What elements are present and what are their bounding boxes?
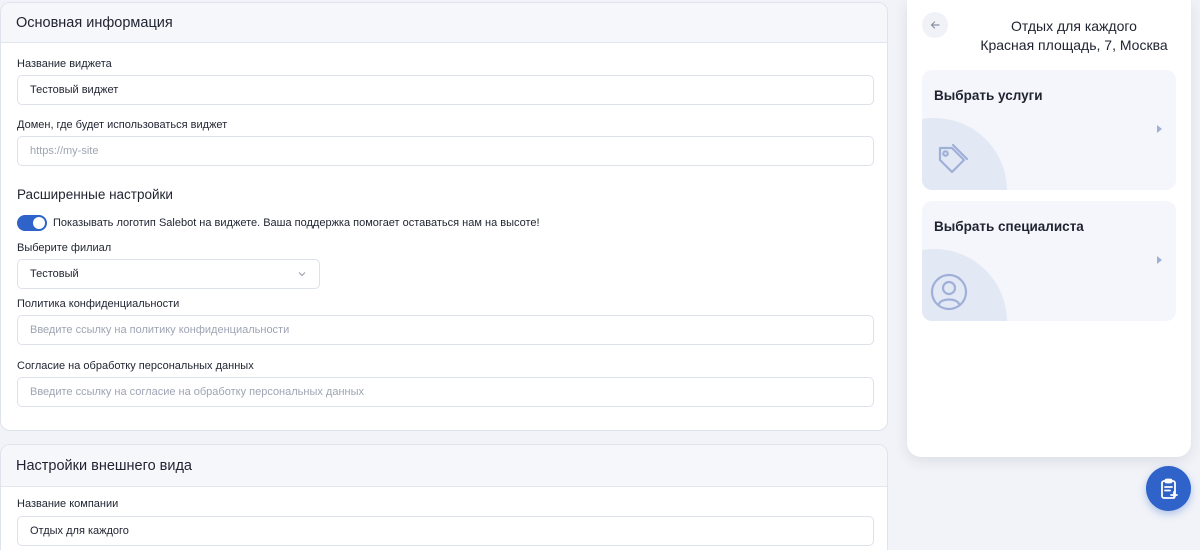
company-name-input[interactable] (17, 516, 874, 546)
select-specialist-label: Выбрать специалиста (934, 219, 1084, 234)
caret-right-icon (1157, 256, 1162, 264)
select-services-label: Выбрать услуги (934, 88, 1043, 103)
consent-input[interactable] (17, 377, 874, 407)
appearance-title: Настройки внешнего вида (16, 457, 192, 474)
appearance-card: Настройки внешнего вида Название компани… (0, 444, 888, 550)
branch-label: Выберите филиал (17, 242, 112, 254)
branch-select-value: Тестовый (30, 268, 79, 280)
logo-toggle[interactable] (17, 215, 47, 231)
privacy-label: Политика конфиденциальности (17, 298, 180, 310)
consent-label: Согласие на обработку персональных данны… (17, 360, 254, 372)
chevron-down-icon (298, 272, 306, 277)
user-circle-icon (930, 273, 968, 311)
preview-title: Отдых для каждого (1011, 18, 1137, 34)
clipboard-icon (1160, 478, 1178, 499)
toggle-knob (33, 217, 45, 229)
main-info-card: Основная информация Название виджета Дом… (0, 2, 888, 431)
main-info-header: Основная информация (1, 3, 887, 43)
select-specialist-card[interactable]: Выбрать специалиста (922, 201, 1176, 321)
caret-right-icon (1157, 125, 1162, 133)
clipboard-fab-button[interactable] (1146, 466, 1191, 511)
domain-input[interactable] (17, 136, 874, 166)
privacy-input[interactable] (17, 315, 874, 345)
appearance-header: Настройки внешнего вида (1, 445, 887, 487)
widget-name-label: Название виджета (17, 58, 112, 70)
widget-name-input[interactable] (17, 75, 874, 105)
main-info-title: Основная информация (16, 14, 173, 31)
tag-icon (938, 143, 969, 174)
domain-label: Домен, где будет использоваться виджет (17, 119, 228, 131)
branch-select[interactable]: Тестовый (17, 259, 320, 289)
advanced-settings-title: Расширенные настройки (17, 187, 173, 202)
preview-subtitle: Красная площадь, 7, Москва (980, 37, 1168, 53)
widget-preview: Отдых для каждого Красная площадь, 7, Мо… (907, 0, 1191, 457)
company-name-label: Название компании (17, 498, 119, 510)
select-services-card[interactable]: Выбрать услуги (922, 70, 1176, 190)
logo-toggle-label: Показывать логотип Salebot на виджете. В… (53, 217, 540, 229)
